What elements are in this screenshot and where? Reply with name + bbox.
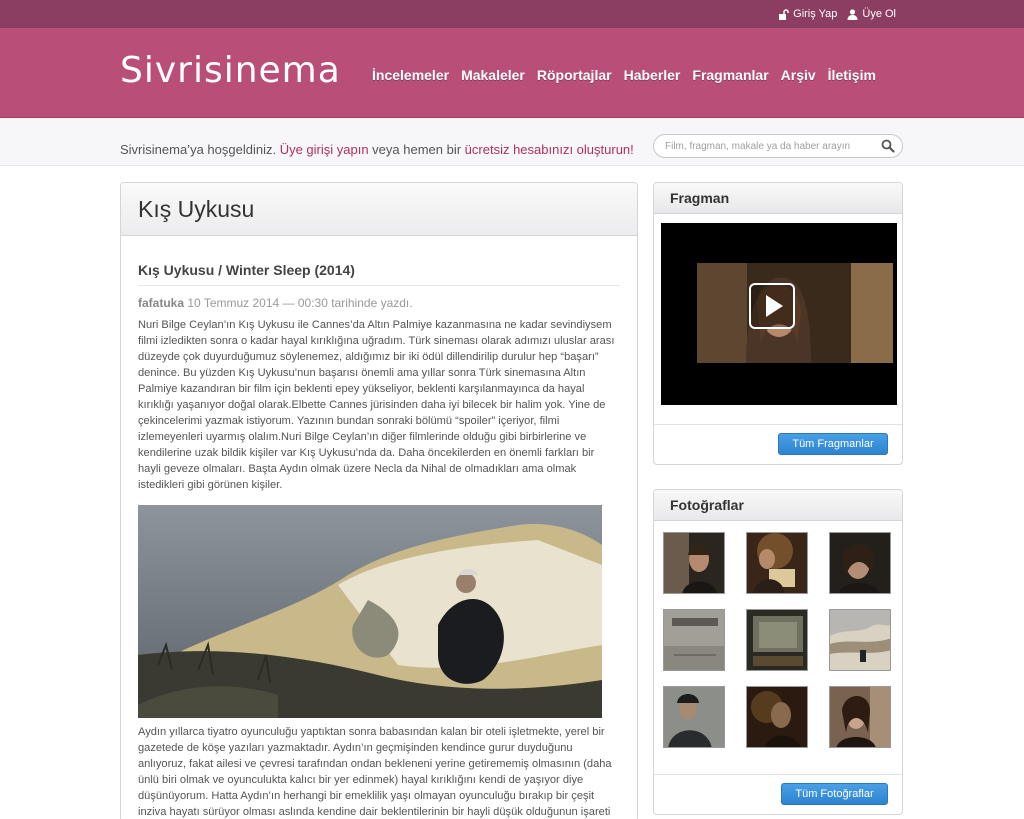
search-box (653, 134, 903, 158)
photos-panel-title: Fotoğraflar (654, 490, 902, 521)
play-icon[interactable] (749, 283, 795, 329)
login-cta-link[interactable]: Üye girişi yapın (280, 142, 369, 157)
article-title[interactable]: Kış Uykusu / Winter Sleep (2014) (138, 262, 620, 286)
article: Kış Uykusu / Winter Sleep (2014) fafatuk… (121, 262, 637, 819)
site-header: Sivrisinema İncelemeler Makaleler Röport… (0, 28, 1024, 118)
all-photos-button[interactable]: Tüm Fotoğraflar (781, 783, 888, 805)
login-link[interactable]: Giriş Yap (778, 8, 837, 20)
article-image (138, 505, 602, 718)
article-paragraph: Nuri Bilge Ceylan’ın Kış Uykusu ile Cann… (138, 319, 615, 491)
search-icon[interactable] (881, 139, 895, 153)
nav-item-iletisim[interactable]: İletişim (828, 67, 876, 83)
article-panel: Kış Uykusu Kış Uykusu / Winter Sleep (20… (120, 182, 638, 819)
account-links: Giriş Yap Üye Ol (778, 8, 896, 20)
all-trailers-button[interactable]: Tüm Fragmanlar (778, 433, 888, 455)
trailer-video[interactable] (661, 223, 897, 405)
article-image-scene (138, 505, 602, 718)
article-date: 10 Temmuz 2014 — 00:30 tarihinde yazdı. (184, 296, 413, 310)
nav-item-roportajlar[interactable]: Röportajlar (537, 67, 612, 83)
site-logo[interactable]: Sivrisinema (120, 50, 341, 91)
page-title: Kış Uykusu (138, 196, 255, 222)
welcome-message: Sivrisinema’ya hoşgeldiniz. Üye girişi y… (120, 142, 634, 157)
nav-item-arsiv[interactable]: Arşiv (781, 67, 816, 83)
photo-thumbnail[interactable] (829, 686, 891, 748)
photo-thumbnail[interactable] (663, 686, 725, 748)
user-icon (847, 8, 858, 20)
photo-thumbnail[interactable] (829, 532, 891, 594)
nav-item-incelemeler[interactable]: İncelemeler (372, 67, 449, 83)
nav-item-fragmanlar[interactable]: Fragmanlar (692, 67, 768, 83)
page-header: Kış Uykusu (121, 183, 637, 236)
photos-panel-footer: Tüm Fotoğraflar (654, 774, 902, 814)
nav-item-makaleler[interactable]: Makaleler (461, 67, 525, 83)
photos-panel: Fotoğraflar Tüm Fotoğraflar (653, 489, 903, 815)
nav-item-haberler[interactable]: Haberler (624, 67, 681, 83)
main-nav: İncelemeler Makaleler Röportajlar Haberl… (372, 67, 876, 83)
trailer-panel-footer: Tüm Fragmanlar (654, 424, 902, 464)
photo-thumbnail[interactable] (663, 609, 725, 671)
photo-thumbnail[interactable] (746, 532, 808, 594)
article-author[interactable]: fafatuka (138, 296, 184, 310)
signup-cta-link[interactable]: ücretsiz hesabınızı oluşturun! (465, 142, 634, 157)
photo-thumbnail[interactable] (746, 609, 808, 671)
trailer-panel: Fragman Tüm Fragmanlar (653, 182, 903, 465)
trailer-panel-title: Fragman (654, 183, 902, 214)
article-meta: fafatuka 10 Temmuz 2014 — 00:30 tarihind… (138, 296, 620, 310)
lock-icon (779, 8, 789, 20)
photo-thumbnail[interactable] (746, 686, 808, 748)
welcome-prefix: Sivrisinema’ya hoşgeldiniz. (120, 142, 280, 157)
welcome-middle: veya hemen bir (368, 142, 465, 157)
photo-thumbnail[interactable] (829, 609, 891, 671)
photo-thumbnail[interactable] (663, 532, 725, 594)
register-label: Üye Ol (862, 8, 896, 20)
login-label: Giriş Yap (793, 8, 838, 20)
search-input[interactable] (654, 135, 864, 157)
article-paragraph-2: Aydın yıllarca tiyatro oyunculuğu yaptık… (138, 726, 612, 818)
top-bar: Giriş Yap Üye Ol (0, 0, 1024, 28)
register-link[interactable]: Üye Ol (847, 8, 896, 20)
